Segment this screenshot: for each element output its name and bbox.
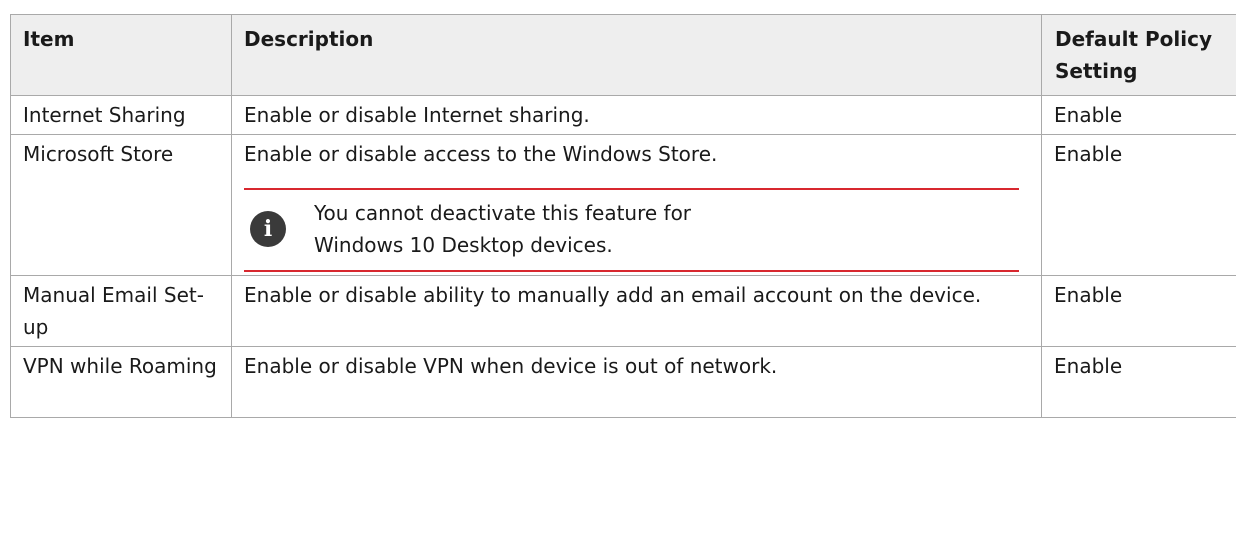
header-description: Description	[231, 14, 1042, 96]
table-row: Microsoft Store Enable or disable access…	[10, 134, 1236, 276]
policy-table: Item Description Default Policy Setting …	[10, 14, 1236, 418]
note-block: i You cannot deactivate this feature for…	[244, 188, 1019, 272]
info-icon: i	[250, 211, 286, 247]
cell-default: Enable	[1041, 346, 1236, 418]
header-default-policy-setting: Default Policy Setting	[1041, 14, 1236, 96]
cell-description: Enable or disable access to the Windows …	[231, 134, 1042, 276]
cell-item: Internet Sharing	[10, 95, 232, 135]
cell-description: Enable or disable ability to manually ad…	[231, 275, 1042, 347]
cell-description-text: Enable or disable access to the Windows …	[244, 142, 718, 166]
header-item: Item	[10, 14, 232, 96]
table-row: Manual Email Set-up Enable or disable ab…	[10, 275, 1236, 347]
table-row: VPN while Roaming Enable or disable VPN …	[10, 346, 1236, 418]
cell-item: VPN while Roaming	[10, 346, 232, 418]
table-header-row: Item Description Default Policy Setting	[10, 14, 1236, 96]
table-row: Internet Sharing Enable or disable Inter…	[10, 95, 1236, 135]
note-text: You cannot deactivate this feature for W…	[314, 201, 692, 257]
cell-item: Manual Email Set-up	[10, 275, 232, 347]
cell-item: Microsoft Store	[10, 134, 232, 276]
cell-default: Enable	[1041, 134, 1236, 276]
policy-table-container: Item Description Default Policy Setting …	[10, 14, 1236, 418]
cell-default: Enable	[1041, 275, 1236, 347]
cell-description: Enable or disable Internet sharing.	[231, 95, 1042, 135]
cell-default: Enable	[1041, 95, 1236, 135]
cell-description: Enable or disable VPN when device is out…	[231, 346, 1042, 418]
